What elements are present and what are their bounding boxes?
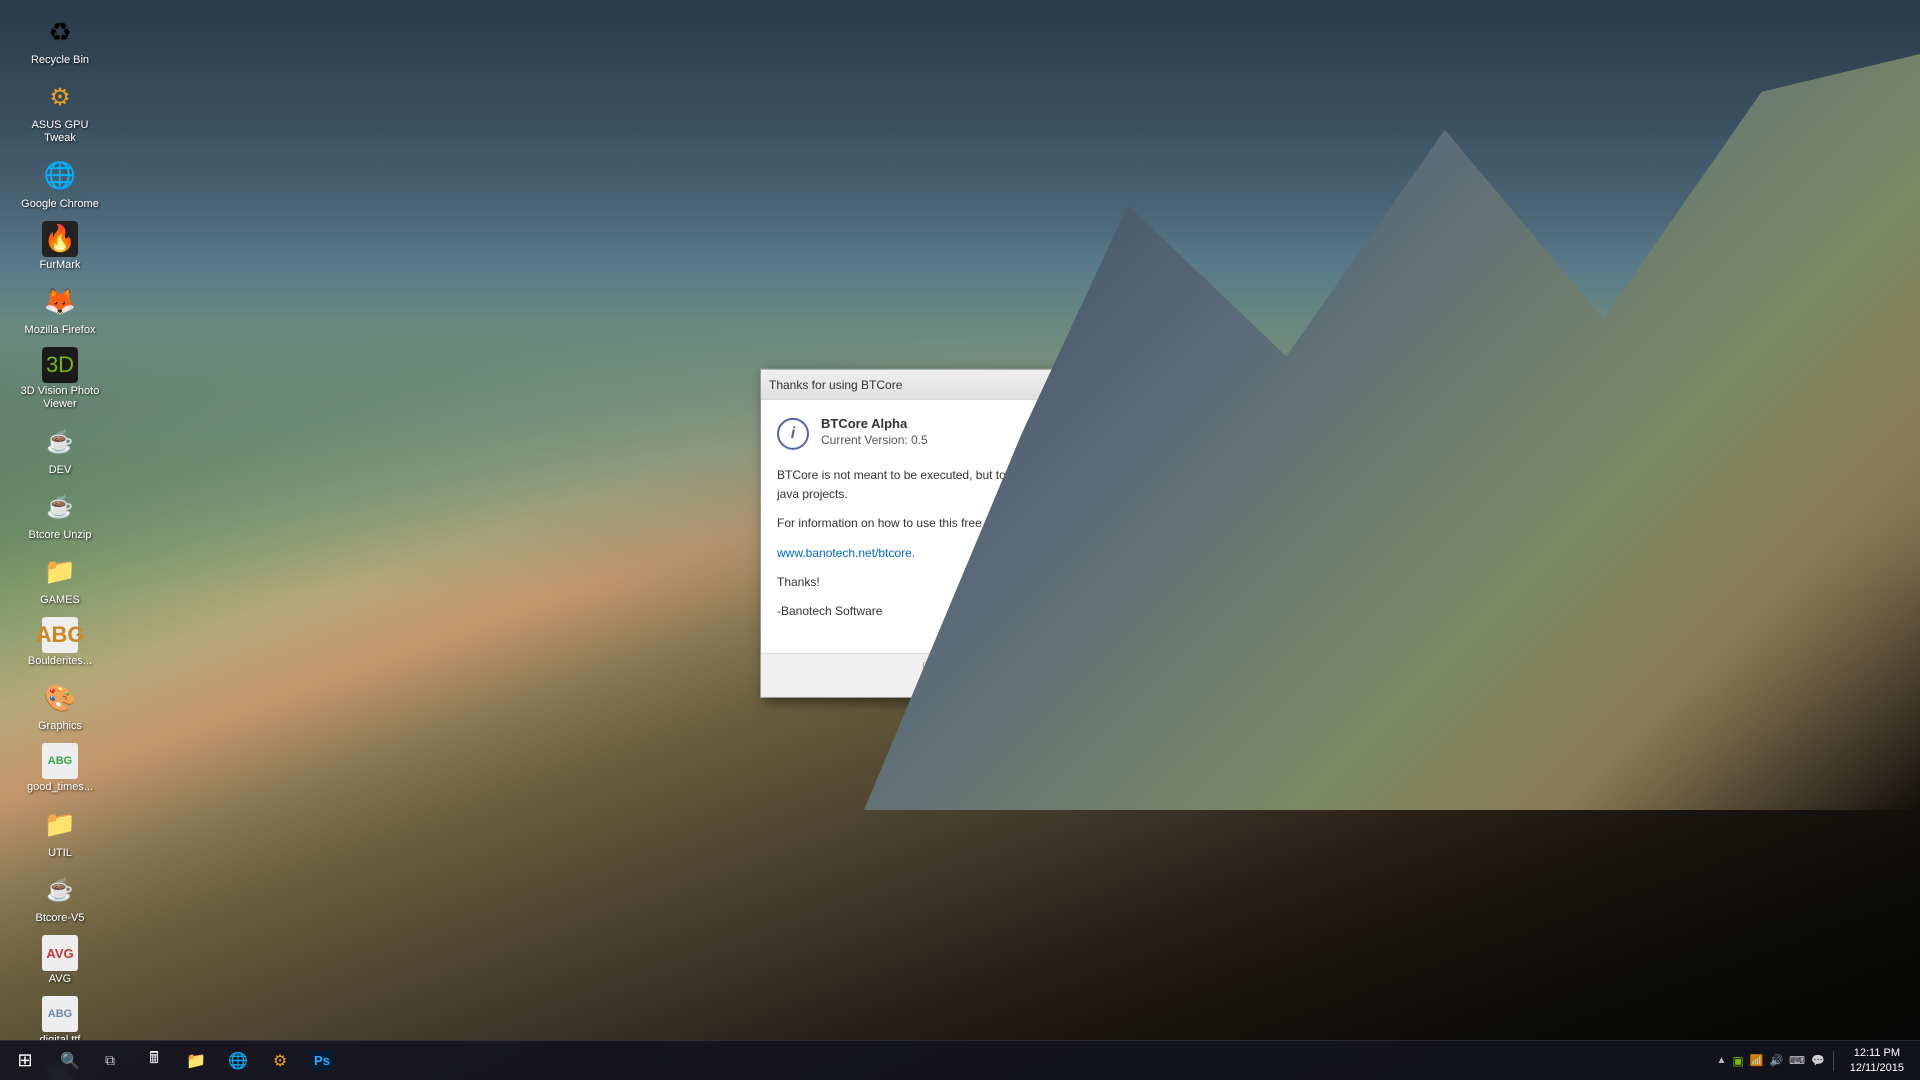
taskbar: ⊞ 🔍 ⧉ 🖩 📁 🌐 ⚙ Ps bbox=[0, 1040, 1920, 1080]
desktop-icon-chrome[interactable]: 🌐 Google Chrome bbox=[15, 152, 105, 215]
btcore-v5-icon: ☕ bbox=[40, 870, 80, 910]
boulderites-icon: ABG bbox=[42, 617, 78, 653]
desktop-icon-firefox[interactable]: 🦊 Mozilla Firefox bbox=[15, 278, 105, 341]
desktop-icon-boulderites[interactable]: ABG Boulderites... bbox=[15, 613, 105, 672]
start-button[interactable]: ⊞ bbox=[0, 1041, 50, 1080]
taskbar-divider bbox=[1833, 1051, 1834, 1071]
taskbar-file-explorer[interactable]: 📁 bbox=[176, 1041, 216, 1080]
desktop-icon-furmark[interactable]: 🔥 FurMark bbox=[15, 217, 105, 276]
task-view-icon: ⧉ bbox=[105, 1052, 115, 1069]
dialog-title: Thanks for using BTCore bbox=[769, 377, 902, 391]
recycle-bin-icon: ♻ bbox=[40, 12, 80, 52]
desktop-icon-dev[interactable]: ☕ DEV bbox=[15, 418, 105, 481]
dialog-website-link[interactable]: www.banotech.net/btcore. bbox=[777, 545, 915, 559]
btcore-v5-label: Btcore-V5 bbox=[36, 912, 85, 925]
gpu-tray-icon[interactable]: ▣ bbox=[1732, 1054, 1743, 1068]
avg-label: AVG bbox=[49, 973, 71, 986]
furmark-icon: 🔥 bbox=[42, 221, 78, 257]
dialog-version: Current Version: 0.5 bbox=[821, 433, 1143, 447]
digitaltff-icon: ABG bbox=[42, 996, 78, 1032]
dev-icon: ☕ bbox=[40, 422, 80, 462]
util-label: UTIL bbox=[48, 847, 72, 860]
calculator-icon: 🖩 bbox=[149, 1047, 159, 1074]
keyboard-icon[interactable]: ⌨ bbox=[1789, 1054, 1805, 1067]
dialog-product-name: BTCore Alpha bbox=[821, 416, 1143, 431]
chrome-label: Google Chrome bbox=[21, 198, 99, 211]
3dvision-label: 3D Vision Photo Viewer bbox=[20, 385, 100, 411]
btcore-unzip-label: Btcore Unzip bbox=[29, 529, 92, 542]
desktop-icon-btcore-v5[interactable]: ☕ Btcore-V5 bbox=[15, 866, 105, 929]
desktop-icon-util[interactable]: 📁 UTIL bbox=[15, 801, 105, 864]
desktop-icons-area: ♻ Recycle Bin ⚙ ASUS GPU Tweak 🌐 Google … bbox=[0, 0, 120, 1080]
btcore-unzip-icon: ☕ bbox=[40, 487, 80, 527]
3dvision-icon: 3D bbox=[42, 347, 78, 383]
recycle-bin-label: Recycle Bin bbox=[31, 54, 89, 67]
desktop-icon-3dvision[interactable]: 3D 3D Vision Photo Viewer bbox=[15, 343, 105, 415]
chrome-icon: 🌐 bbox=[40, 156, 80, 196]
taskbar-search-button[interactable]: 🔍 bbox=[50, 1041, 90, 1080]
taskbar-right: ▲ ▣ 📶 🔊 ⌨ 💬 12:11 PM 12/11/2015 bbox=[1717, 1041, 1920, 1080]
asus-gpu-icon: ⚙ bbox=[40, 77, 80, 117]
graphics-icon: 🎨 bbox=[40, 678, 80, 718]
desktop-icon-graphics[interactable]: 🎨 Graphics bbox=[15, 674, 105, 737]
dialog-body-line2-text: For information on how to use this free … bbox=[777, 516, 1123, 530]
desktop-icon-recycle-bin[interactable]: ♻ Recycle Bin bbox=[15, 8, 105, 71]
boulderites-label: Boulderites... bbox=[28, 655, 92, 668]
taskbar-photoshop[interactable]: Ps bbox=[302, 1041, 342, 1080]
clock-time: 12:11 PM bbox=[1854, 1046, 1900, 1060]
desktop-icon-games[interactable]: 📁 GAMES bbox=[15, 548, 105, 611]
windows-logo-icon: ⊞ bbox=[17, 1050, 32, 1071]
btcore-dialog: Thanks for using BTCore × i BTCore Alpha… bbox=[760, 369, 1160, 698]
volume-icon[interactable]: 🔊 bbox=[1769, 1054, 1783, 1067]
desktop: ♻ Recycle Bin ⚙ ASUS GPU Tweak 🌐 Google … bbox=[0, 0, 1920, 1080]
notification-icon[interactable]: 💬 bbox=[1811, 1054, 1825, 1067]
games-label: GAMES bbox=[40, 594, 80, 607]
dialog-close-button[interactable]: × bbox=[1131, 374, 1151, 394]
dialog-ok-button[interactable]: OK bbox=[923, 662, 998, 685]
graphics-label: Graphics bbox=[38, 720, 82, 733]
asus-gpu-label: ASUS GPU Tweak bbox=[20, 119, 100, 145]
dialog-body: i BTCore Alpha Current Version: 0.5 BTCo… bbox=[761, 400, 1159, 653]
util-icon: 📁 bbox=[40, 805, 80, 845]
info-icon: i bbox=[777, 418, 809, 450]
file-explorer-icon: 📁 bbox=[186, 1051, 206, 1071]
games-icon: 📁 bbox=[40, 552, 80, 592]
task-view-button[interactable]: ⧉ bbox=[90, 1041, 130, 1080]
dialog-thanks: Thanks! bbox=[777, 573, 1143, 592]
dialog-body-link: www.banotech.net/btcore. bbox=[777, 543, 1143, 562]
goodtimes-label: good_times... bbox=[27, 781, 93, 794]
desktop-icon-asus-gpu[interactable]: ⚙ ASUS GPU Tweak bbox=[15, 73, 105, 149]
dialog-body-line1: BTCore is not meant to be executed, but … bbox=[777, 466, 1143, 504]
chrome-taskbar-icon: 🌐 bbox=[228, 1051, 248, 1071]
system-tray: ▲ ▣ 📶 🔊 ⌨ 💬 bbox=[1717, 1054, 1825, 1068]
photoshop-icon: Ps bbox=[311, 1051, 333, 1070]
taskbar-pinned-apps: 🖩 📁 🌐 ⚙ Ps bbox=[134, 1041, 342, 1080]
dialog-titlebar: Thanks for using BTCore × bbox=[761, 370, 1159, 400]
dialog-body-line2: For information on how to use this free … bbox=[777, 514, 1143, 533]
clock-date: 12/11/2015 bbox=[1850, 1061, 1904, 1075]
goodtimes-icon: ABG bbox=[42, 743, 78, 779]
dialog-header-row: i BTCore Alpha Current Version: 0.5 bbox=[777, 416, 1143, 450]
dialog-product-info: BTCore Alpha Current Version: 0.5 bbox=[821, 416, 1143, 447]
taskbar-settings[interactable]: ⚙ bbox=[260, 1041, 300, 1080]
firefox-icon: 🦊 bbox=[40, 282, 80, 322]
desktop-icon-goodtimes[interactable]: ABG good_times... bbox=[15, 739, 105, 798]
dialog-content: BTCore is not meant to be executed, but … bbox=[777, 466, 1143, 621]
tray-arrow-icon[interactable]: ▲ bbox=[1717, 1055, 1727, 1066]
taskbar-clock[interactable]: 12:11 PM 12/11/2015 bbox=[1842, 1046, 1912, 1075]
dev-label: DEV bbox=[49, 464, 72, 477]
taskbar-calculator[interactable]: 🖩 bbox=[134, 1041, 174, 1080]
dialog-footer: OK bbox=[761, 653, 1159, 697]
search-icon: 🔍 bbox=[60, 1051, 80, 1071]
firefox-label: Mozilla Firefox bbox=[25, 324, 96, 337]
furmark-label: FurMark bbox=[40, 259, 81, 272]
desktop-icon-avg[interactable]: AVG AVG bbox=[15, 931, 105, 990]
network-icon[interactable]: 📶 bbox=[1750, 1054, 1764, 1067]
desktop-icon-btcore-unzip[interactable]: ☕ Btcore Unzip bbox=[15, 483, 105, 546]
dialog-signature: -Banotech Software bbox=[777, 602, 1143, 621]
settings-icon: ⚙ bbox=[273, 1051, 287, 1071]
taskbar-chrome[interactable]: 🌐 bbox=[218, 1041, 258, 1080]
avg-icon: AVG bbox=[42, 935, 78, 971]
